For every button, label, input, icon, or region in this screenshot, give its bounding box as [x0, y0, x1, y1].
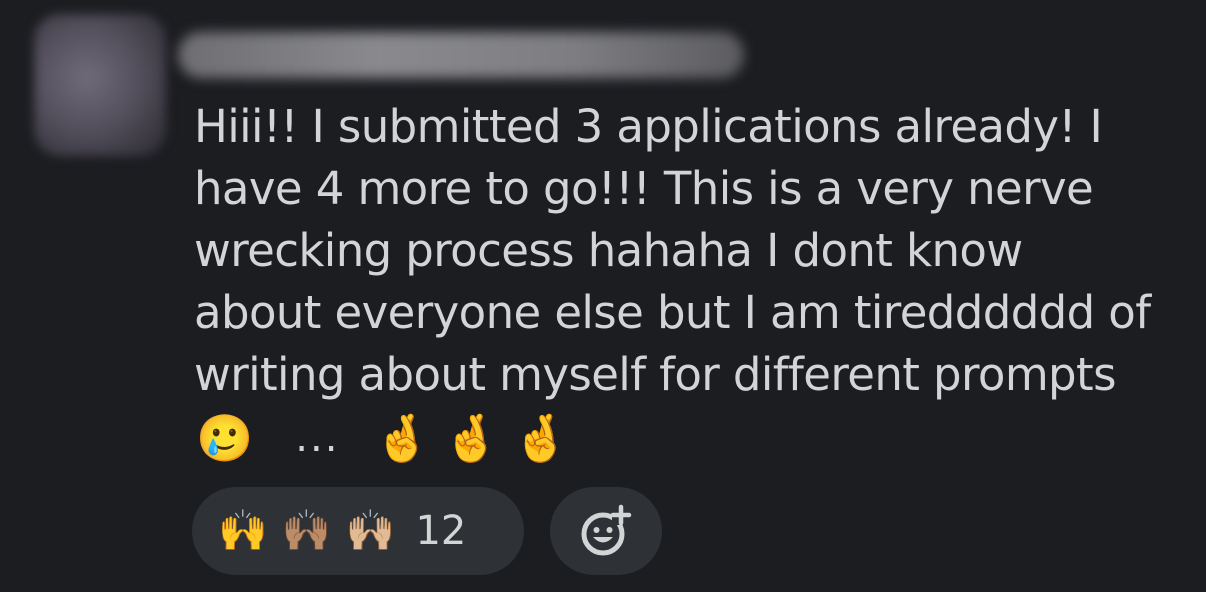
message-emoji-line: 🥲 ... 🤞 🤞 🤞: [196, 408, 581, 468]
avatar[interactable]: [34, 14, 166, 156]
reaction-count: 12: [415, 508, 467, 554]
ellipsis: ...: [295, 415, 340, 461]
reaction-raising-hands[interactable]: 🙌 🙌🏽 🙌🏼 12: [192, 487, 524, 575]
add-reaction-button[interactable]: [550, 487, 662, 575]
raising-hands-emoji: 🙌: [218, 508, 268, 554]
message-text: Hiii!! I submitted 3 applications alread…: [194, 100, 1151, 401]
raising-hands-medium-skin-emoji: 🙌🏽: [281, 508, 332, 554]
raising-hands-light-skin-emoji: 🙌🏼: [345, 508, 396, 554]
crossed-fingers-emoji: 🤞: [512, 411, 570, 465]
smiling-face-with-tear-emoji: 🥲: [196, 411, 254, 465]
add-reaction-icon: [581, 504, 632, 556]
reactions-bar: 🙌 🙌🏽 🙌🏼 12: [192, 487, 662, 575]
author-name[interactable]: [178, 32, 744, 78]
crossed-fingers-emoji: 🤞: [373, 411, 431, 465]
crossed-fingers-emoji: 🤞: [442, 411, 500, 465]
